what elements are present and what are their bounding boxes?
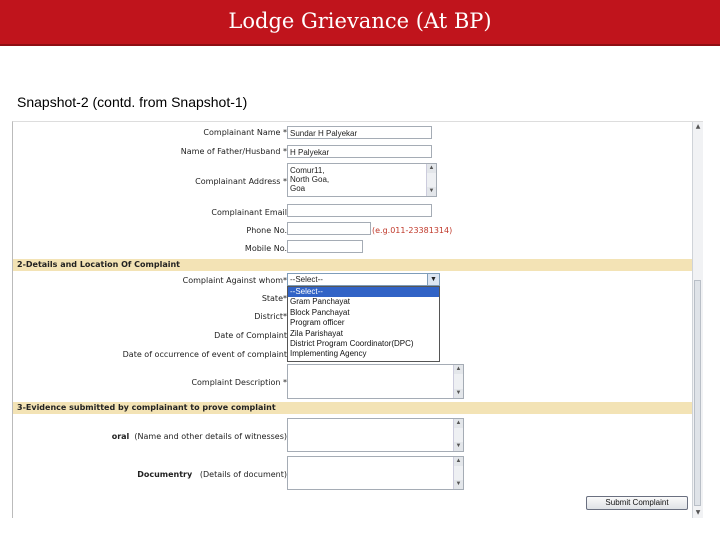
address-scrollbar[interactable]: ▲ ▼ [426,164,436,196]
section-2-header: 2-Details and Location Of Complaint [13,259,692,271]
complainant-name-label: Complainant Name * [203,128,287,137]
against-select-value: --Select-- [290,275,323,284]
phone-label: Phone No. [246,226,287,235]
scrollbar-thumb[interactable] [694,280,701,506]
slide-subtitle: Snapshot-2 (contd. from Snapshot-1) [17,94,248,110]
grievance-form-frame: Complainant Name * Sundar H Palyekar Nam… [12,121,703,518]
dropdown-option[interactable]: Implementing Agency [288,349,439,359]
description-textarea[interactable]: ▲ ▼ [287,364,464,399]
scroll-up-icon[interactable]: ▲ [454,419,463,428]
father-name-label: Name of Father/Husband * [180,147,287,156]
mobile-label: Mobile No. [244,244,287,253]
phone-hint: (e.g.011-23381314) [372,226,453,235]
email-label: Complainant Email [211,208,287,217]
oral-label-note: (Name and other details of witnesses) [134,432,287,441]
scroll-down-icon[interactable]: ▼ [454,389,463,398]
slide-title-bar: Lodge Grievance (At BP) [0,0,720,46]
mobile-input[interactable] [287,240,363,253]
oral-textarea[interactable]: ▲ ▼ [287,418,464,452]
documentry-label-note: (Details of document) [199,470,287,479]
against-dropdown-list[interactable]: --Select-- Gram Panchayat Block Panchaya… [287,286,440,362]
scroll-down-icon[interactable]: ▼ [454,480,463,489]
submit-complaint-button[interactable]: Submit Complaint [586,496,688,510]
against-label: Complaint Against whom* [182,276,287,285]
father-name-input[interactable]: H Palyekar [287,145,432,158]
against-select[interactable]: --Select-- ▼ [287,273,440,286]
scroll-up-icon[interactable]: ▲ [454,457,463,466]
scroll-down-icon[interactable]: ▼ [454,442,463,451]
documentry-label: Documentry (Details of document) [137,470,287,479]
scroll-up-icon[interactable]: ▲ [454,365,463,374]
occurrence-date-label: Date of occurrence of event of complaint [122,350,287,359]
documentry-textarea[interactable]: ▲ ▼ [287,456,464,490]
chevron-down-icon[interactable]: ▼ [427,274,439,285]
complainant-name-input[interactable]: Sundar H Palyekar [287,126,432,139]
dropdown-option[interactable]: Program officer [288,318,439,328]
oral-label-title: oral [111,432,130,441]
dropdown-option[interactable]: --Select-- [288,287,439,298]
oral-label: oral (Name and other details of witnesse… [112,432,287,441]
address-label: Complainant Address * [195,177,287,186]
scroll-up-icon[interactable]: ▲ [693,122,703,132]
address-line-2: North Goa, [290,175,330,184]
date-of-complaint-label: Date of Complaint [214,331,287,340]
dropdown-option[interactable]: District Program Coordinator(DPC) [288,339,439,349]
description-label: Complaint Description * [191,378,287,387]
oral-scrollbar[interactable]: ▲ ▼ [453,419,463,451]
district-label: District* [254,312,287,321]
description-scrollbar[interactable]: ▲ ▼ [453,365,463,398]
section-3-header: 3-Evidence submitted by complainant to p… [13,402,692,414]
address-textarea[interactable]: Comur11, North Goa, Goa ▲ ▼ [287,163,437,197]
slide-title: Lodge Grievance (At BP) [228,9,492,33]
scroll-up-icon[interactable]: ▲ [427,164,436,173]
address-line-1: Comur11, [290,166,325,175]
dropdown-option[interactable]: Zila Parishayat [288,329,439,339]
dropdown-option[interactable]: Gram Panchayat [288,297,439,307]
page-scrollbar[interactable]: ▲ ▼ [692,122,703,518]
scroll-down-icon[interactable]: ▼ [427,187,436,196]
state-label: State* [261,294,287,303]
documentry-label-title: Documentry [137,470,193,479]
email-input[interactable] [287,204,432,217]
address-line-3: Goa [290,184,306,193]
documentry-scrollbar[interactable]: ▲ ▼ [453,457,463,489]
phone-input[interactable] [287,222,371,235]
dropdown-option[interactable]: Block Panchayat [288,308,439,318]
scroll-down-icon[interactable]: ▼ [693,508,703,518]
